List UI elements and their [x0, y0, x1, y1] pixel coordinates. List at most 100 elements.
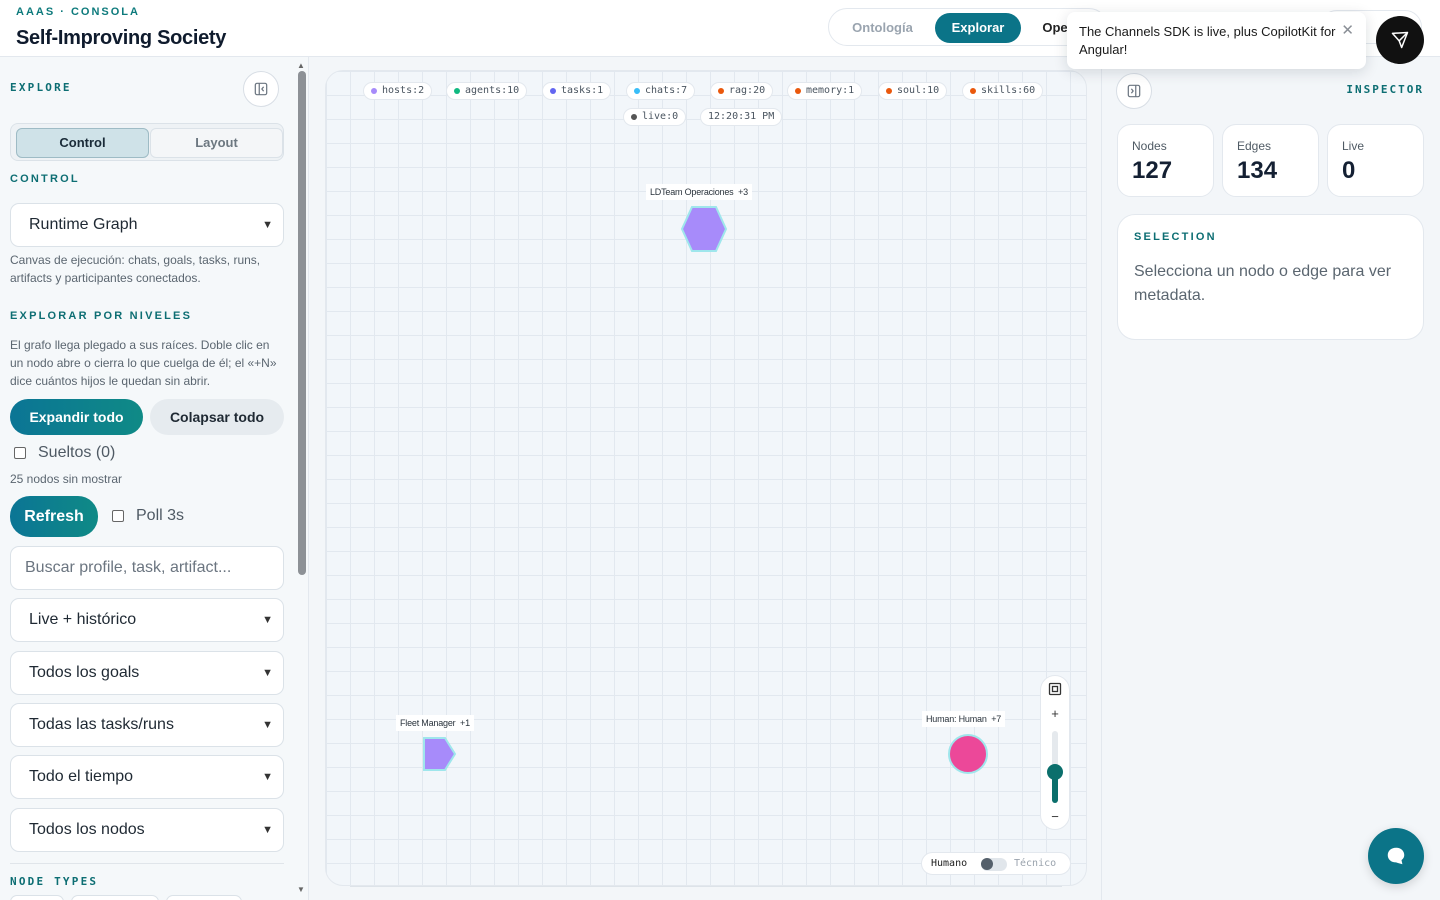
collapse-all-button[interactable]: Colapsar todo — [150, 399, 284, 435]
zoom-in-button[interactable]: + — [1041, 706, 1069, 721]
chat-launcher-button[interactable] — [1368, 828, 1424, 884]
node-shape — [423, 737, 457, 771]
stat-chip-skills: skills:60 — [962, 82, 1044, 100]
node-human[interactable] — [946, 732, 990, 776]
stat-dot — [371, 88, 377, 94]
node-label: Fleet Manager +1 — [396, 715, 474, 731]
stat-chip-time: 12:20:31 PM — [700, 108, 783, 126]
filter-nodes-select[interactable]: Todos los nodos ▼ — [10, 808, 284, 852]
stat-chip-soul: soul:10 — [878, 82, 948, 100]
toast-message: The Channels SDK is live, plus CopilotKi… — [1079, 24, 1336, 57]
loose-checkbox[interactable] — [14, 447, 26, 459]
toast-notification: The Channels SDK is live, plus CopilotKi… — [1067, 12, 1366, 69]
loose-checkbox-row[interactable]: Sueltos (0) — [14, 444, 115, 462]
explore-sidebar: ▲ ▼ EXPLORE Control Layout CONTROL Runti… — [0, 57, 309, 900]
node-shape — [948, 734, 988, 774]
inspector-panel-icon — [1127, 84, 1141, 98]
stat-chip-hosts: hosts:2 — [363, 82, 433, 100]
levels-label: EXPLORAR POR NIVELES — [10, 310, 193, 322]
filter-tasks-select[interactable]: Todas las tasks/runs ▼ — [10, 703, 284, 747]
brand-eyebrow: AAAS · CONSOLA — [16, 6, 140, 18]
filter-goals-select[interactable]: Todos los goals ▼ — [10, 651, 284, 695]
poll-checkbox-row[interactable]: Poll 3s — [112, 507, 184, 525]
sidebar-scroll-thumb[interactable] — [298, 71, 306, 575]
chevron-down-icon: ▼ — [262, 719, 273, 731]
loose-label: Sueltos (0) — [38, 444, 116, 461]
sidebar-divider — [10, 863, 284, 864]
expand-all-button[interactable]: Expandir todo — [10, 399, 143, 435]
filter-time-value: Todo el tiempo — [29, 768, 134, 785]
metric-edges: Edges 134 — [1222, 124, 1319, 197]
node-label: LDTeam Operaciones +3 — [646, 184, 752, 200]
graph-canvas[interactable]: hosts:2 agents:10 tasks:1 chats:7 rag:20… — [325, 70, 1087, 886]
selection-body: Selecciona un nodo o edge para ver metad… — [1134, 263, 1392, 304]
poll-checkbox[interactable] — [112, 510, 124, 522]
zoom-fit-icon[interactable] — [1048, 682, 1062, 696]
stat-chip-memory: memory:1 — [787, 82, 863, 100]
stat-chip-tasks: tasks:1 — [542, 82, 612, 100]
node-shape — [680, 206, 728, 252]
scroll-down-arrow-icon[interactable]: ▼ — [297, 885, 305, 894]
filter-nodes-value: Todos los nodos — [29, 821, 145, 838]
stat-chip-live: live:0 — [623, 108, 687, 126]
node-type-chip[interactable] — [166, 895, 242, 900]
refresh-button[interactable]: Refresh — [10, 496, 98, 537]
stat-dot — [886, 88, 892, 94]
stat-dot — [634, 88, 640, 94]
view-mode-human: Humano — [931, 858, 968, 869]
graph-help-text: Canvas de ejecución: chats, goals, tasks… — [10, 253, 261, 285]
view-mode-toggle[interactable]: Humano Técnico — [921, 852, 1071, 875]
metric-value: 0 — [1342, 157, 1356, 184]
segment-layout[interactable]: Layout — [150, 128, 283, 158]
segment-control[interactable]: Control — [16, 128, 149, 158]
view-mode-technical: Técnico — [1014, 858, 1057, 869]
metric-label: Edges — [1237, 139, 1272, 153]
sidebar-collapse-button[interactable] — [243, 71, 279, 107]
metric-live: Live 0 — [1327, 124, 1424, 197]
metric-label: Nodes — [1132, 139, 1167, 153]
mode-segmented-control: Control Layout — [10, 123, 284, 161]
zoom-out-button[interactable]: − — [1041, 809, 1069, 824]
selection-card: SELECTION Selecciona un nodo o edge para… — [1117, 214, 1424, 340]
filter-tasks-value: Todas las tasks/runs — [29, 716, 174, 733]
zoom-slider-handle[interactable] — [1047, 764, 1063, 781]
chevron-down-icon: ▼ — [262, 667, 273, 679]
metric-label: Live — [1342, 139, 1365, 153]
stat-dot — [550, 88, 556, 94]
poll-label: Poll 3s — [136, 507, 185, 524]
canvas-scrollbar[interactable] — [350, 886, 1062, 887]
hidden-nodes-count: 25 nodos sin mostrar — [10, 472, 123, 486]
node-fleet-manager[interactable] — [421, 735, 457, 773]
metric-value: 134 — [1237, 157, 1278, 184]
scroll-up-arrow-icon[interactable]: ▲ — [297, 61, 305, 70]
filter-live-select[interactable]: Live + histórico ▼ — [10, 598, 284, 642]
search-input[interactable] — [10, 546, 284, 590]
explore-label: EXPLORE — [10, 81, 72, 94]
control-label: CONTROL — [10, 173, 80, 185]
filter-goals-value: Todos los goals — [29, 664, 140, 681]
stat-chip-chats: chats:7 — [626, 82, 696, 100]
node-type-chip[interactable] — [71, 895, 159, 900]
chevron-down-icon: ▼ — [262, 219, 273, 231]
metric-value: 127 — [1132, 157, 1173, 184]
chat-bubble-icon — [1387, 847, 1405, 865]
inspector-toggle-button[interactable] — [1116, 73, 1152, 109]
chevron-down-icon: ▼ — [262, 614, 273, 626]
zoom-controls: + − — [1040, 675, 1070, 830]
tab-ontologia[interactable]: Ontología — [835, 13, 930, 43]
inspector-title: INSPECTOR — [1346, 83, 1424, 96]
graph-select[interactable]: Runtime Graph ▼ — [10, 203, 284, 247]
chevron-down-icon: ▼ — [262, 771, 273, 783]
copilot-kit-button[interactable] — [1376, 16, 1424, 64]
node-team-operaciones[interactable] — [680, 203, 728, 255]
stat-dot — [454, 88, 460, 94]
filter-time-select[interactable]: Todo el tiempo ▼ — [10, 755, 284, 799]
tab-explorar[interactable]: Explorar — [935, 13, 1021, 43]
metric-nodes: Nodes 127 — [1117, 124, 1214, 197]
sidebar-collapse-icon — [254, 82, 268, 96]
stat-chip-rag: rag:20 — [710, 82, 774, 100]
view-mode-knob — [981, 858, 993, 870]
chevron-down-icon: ▼ — [262, 824, 273, 836]
node-type-chip[interactable] — [10, 895, 64, 900]
toast-close-icon[interactable]: ✕ — [1341, 22, 1354, 40]
